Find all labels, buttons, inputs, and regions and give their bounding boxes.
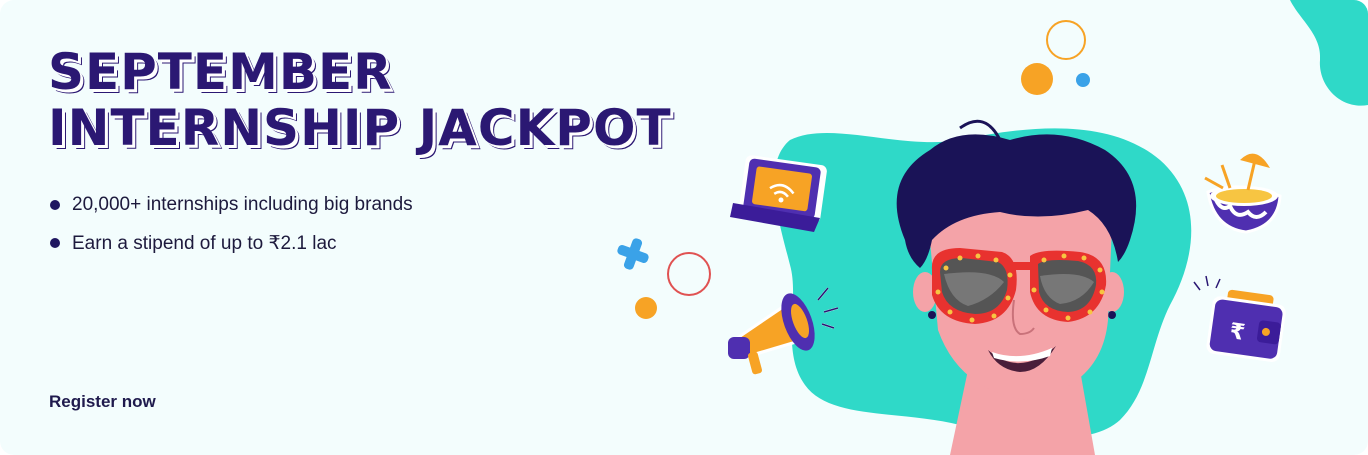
corner-blob: [1290, 0, 1368, 106]
circle-decor: [1046, 20, 1086, 60]
circle-decor: [1076, 73, 1090, 87]
illustration: ₹: [617, 0, 1368, 455]
circle-decor: [1021, 63, 1053, 95]
laptop-wifi-icon: [730, 155, 827, 232]
promo-banner[interactable]: SEPTEMBER INTERNSHIP JACKPOT 20,000+ int…: [0, 0, 1368, 455]
plus-icon: [617, 238, 649, 270]
wallet-icon: ₹: [1206, 289, 1286, 362]
circle-decor: [635, 297, 657, 319]
coconut-drink-icon: [1204, 153, 1282, 234]
circle-decor: [667, 252, 711, 296]
